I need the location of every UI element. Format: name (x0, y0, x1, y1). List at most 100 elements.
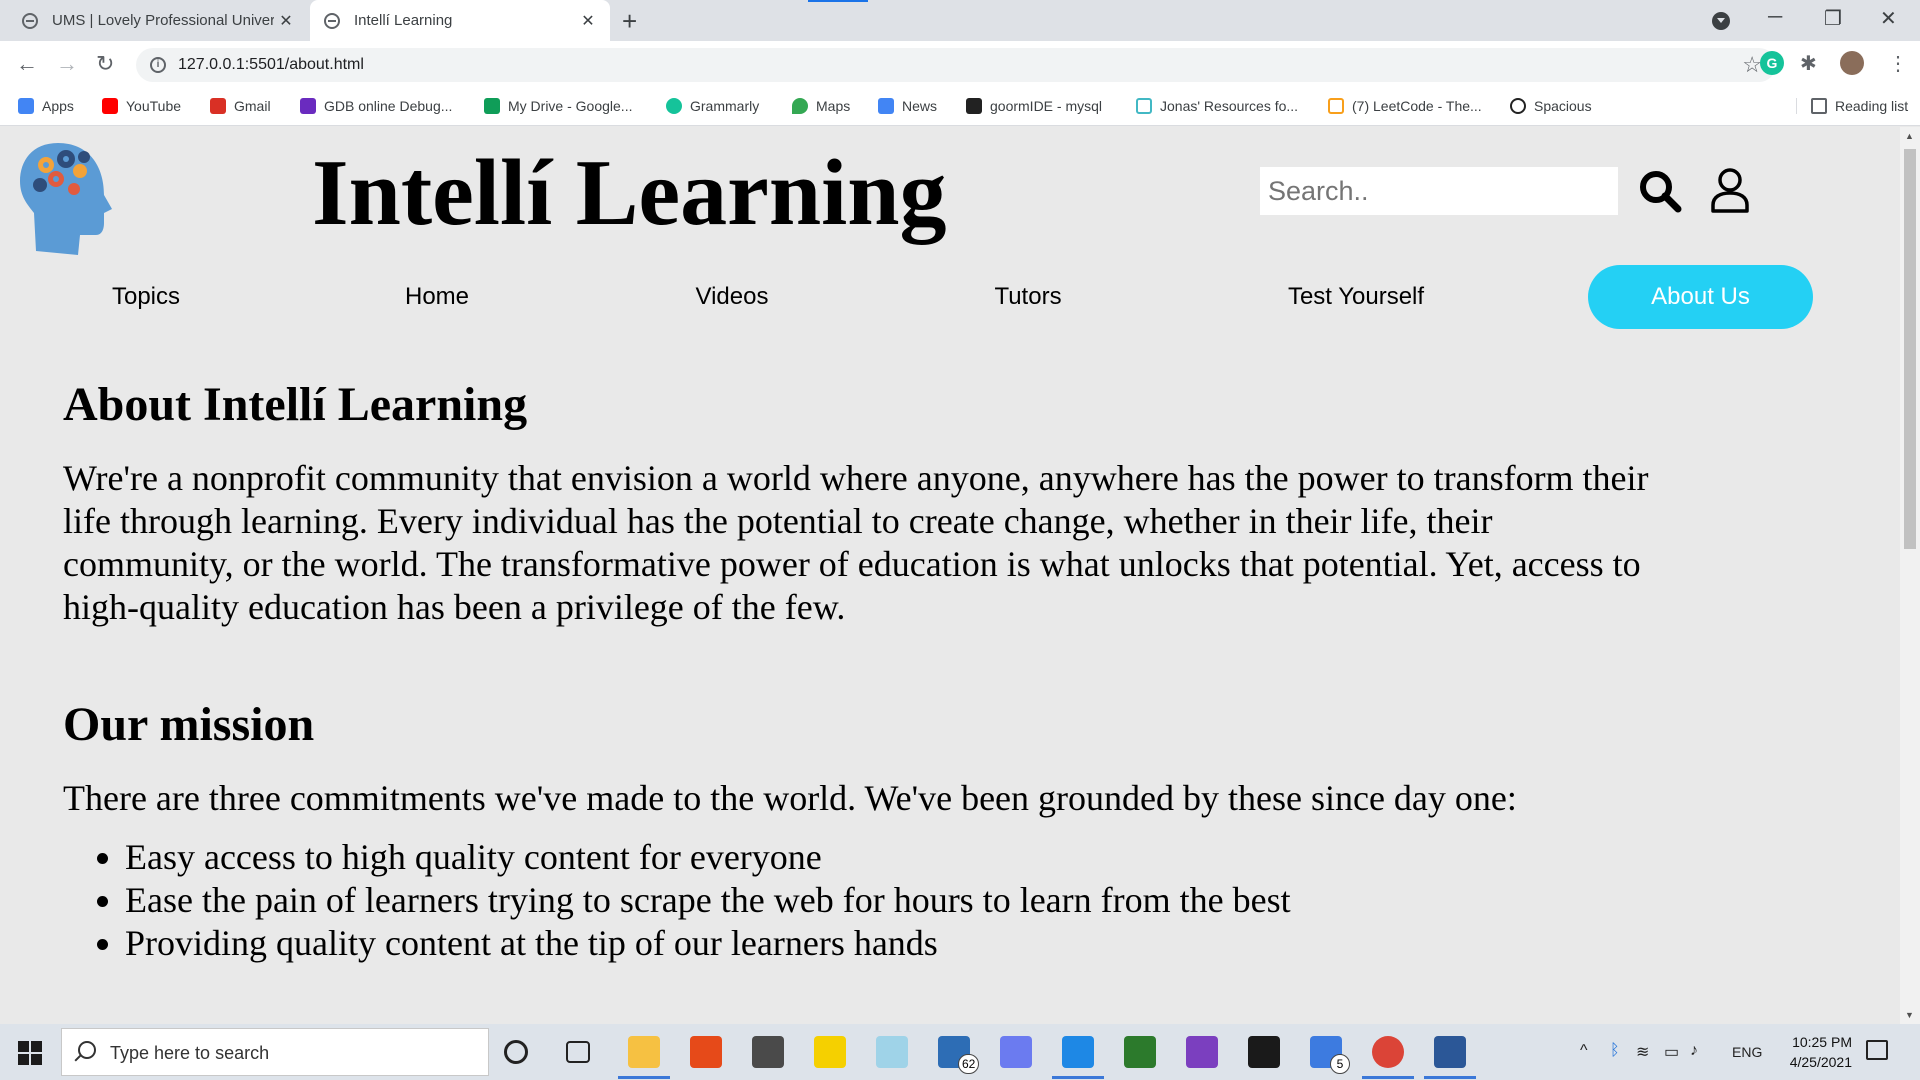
profile-avatar[interactable] (1840, 51, 1864, 75)
bookmark-gmail[interactable]: Gmail (210, 98, 271, 114)
list-item: Providing quality content at the tip of … (125, 922, 1663, 965)
address-bar[interactable]: i 127.0.0.1:5501/about.html ☆ (136, 48, 1776, 82)
leetcode-icon (1328, 98, 1344, 114)
windows-start-icon[interactable] (18, 1041, 42, 1065)
forward-button[interactable]: → (56, 51, 78, 77)
microsoft-store-icon[interactable] (752, 1036, 784, 1068)
page-scrollbar[interactable]: ▲ ▼ (1900, 127, 1920, 1024)
nav-videos[interactable]: Videos (674, 265, 790, 329)
bookmark-gdb[interactable]: GDB online Debug... (300, 98, 452, 114)
bookmark-news[interactable]: News (878, 98, 937, 114)
globe-icon (324, 12, 340, 29)
scrollbar-thumb[interactable] (1904, 149, 1916, 549)
tab-title: UMS | Lovely Professional University (52, 12, 274, 29)
gmail-icon (210, 98, 226, 114)
browser-menu-icon[interactable]: ⋮ (1888, 51, 1908, 76)
nav-topics[interactable]: Topics (90, 265, 202, 329)
site-search-input[interactable] (1260, 167, 1618, 215)
input-language[interactable]: ENG (1732, 1044, 1762, 1060)
url-text[interactable]: 127.0.0.1:5501/about.html (178, 56, 364, 74)
nav-about-us[interactable]: About Us (1588, 265, 1813, 329)
new-tab-button[interactable]: + (622, 6, 637, 37)
vscode-active-indicator (1052, 1076, 1104, 1079)
task-view-icon[interactable] (566, 1041, 590, 1063)
bookmark-spacious[interactable]: Spacious (1510, 98, 1592, 114)
reload-button[interactable]: ↻ (96, 51, 114, 77)
paint-3d-icon[interactable] (876, 1036, 908, 1068)
list-item: Ease the pain of learners trying to scra… (125, 879, 1663, 922)
bookmark-apps[interactable]: Apps (18, 98, 74, 114)
bookmark-goorm[interactable]: goormIDE - mysql (966, 98, 1102, 114)
brain-head-logo (20, 143, 112, 255)
bookmark-maps[interactable]: Maps (792, 98, 850, 114)
search-icon (78, 1041, 96, 1059)
tab-search-icon[interactable] (1712, 12, 1730, 30)
chrome-icon[interactable] (1372, 1036, 1404, 1068)
clock-date: 4/25/2021 (1789, 1054, 1852, 1070)
site-brand-title: Intellí Learning (312, 141, 947, 245)
spacious-icon (1510, 98, 1526, 114)
close-window-button[interactable]: ✕ (1880, 6, 1897, 31)
extensions-puzzle-icon[interactable]: ✱ (1800, 51, 1817, 76)
reading-list-button[interactable]: Reading list (1796, 98, 1908, 114)
mission-list: Easy access to high quality content for … (63, 836, 1663, 965)
file-explorer-icon[interactable] (628, 1036, 660, 1068)
chrome-active-indicator (1362, 1076, 1414, 1079)
scroll-up-arrow-icon[interactable]: ▲ (1905, 131, 1914, 141)
clock-time: 10:25 PM (1792, 1034, 1852, 1050)
office-icon[interactable] (690, 1036, 722, 1068)
taskbar-search-box[interactable]: Type here to search (61, 1028, 489, 1076)
mission-intro: There are three commitments we've made t… (63, 778, 1517, 818)
bluetooth-icon[interactable]: ᛒ (1610, 1042, 1620, 1060)
volume-icon[interactable]: ♪ (1690, 1042, 1698, 1060)
nav-test-yourself[interactable]: Test Yourself (1270, 265, 1442, 329)
nvidia-icon[interactable] (1124, 1036, 1156, 1068)
gdb-icon (300, 98, 316, 114)
vscode-icon[interactable] (1062, 1036, 1094, 1068)
grammarly-icon (666, 98, 682, 114)
tab-title: Intellí Learning (354, 12, 453, 29)
battery-icon[interactable]: ▭ (1664, 1042, 1679, 1062)
about-content: About Intellí Learning Wre're a nonprofi… (63, 377, 1663, 965)
clion-icon[interactable] (1248, 1036, 1280, 1068)
close-tab-icon[interactable]: ✕ (274, 11, 298, 31)
close-tab-icon[interactable]: ✕ (576, 11, 600, 31)
list-item: Easy access to high quality content for … (125, 836, 1663, 879)
reading-list-icon (1811, 98, 1827, 114)
user-account-icon[interactable] (1710, 167, 1750, 213)
bookmark-youtube[interactable]: YouTube (102, 98, 181, 114)
browser-tab-intelli[interactable]: Intellí Learning ✕ (310, 0, 610, 41)
todo-badge: 5 (1330, 1054, 1350, 1074)
heart-icon (1136, 98, 1152, 114)
site-info-icon[interactable]: i (150, 57, 166, 73)
nav-tutors[interactable]: Tutors (972, 265, 1084, 329)
browser-tab-strip: UMS | Lovely Professional University ✕ I… (0, 0, 1920, 41)
grammarly-extension-icon[interactable]: G (1760, 51, 1784, 75)
bookmark-grammarly[interactable]: Grammarly (666, 98, 759, 114)
windows-taskbar: Type here to search 62 5 ^ ᛒ ≋ ▭ ♪ ENG 1… (0, 1024, 1920, 1080)
design-app-icon[interactable] (1000, 1036, 1032, 1068)
wifi-icon[interactable]: ≋ (1636, 1042, 1649, 1062)
bookmark-star-icon[interactable]: ☆ (1742, 52, 1762, 78)
visual-studio-icon[interactable] (1186, 1036, 1218, 1068)
word-icon[interactable] (1434, 1036, 1466, 1068)
google-news-icon (878, 98, 894, 114)
restore-window-button[interactable]: ❐ (1824, 6, 1842, 31)
bookmark-google-drive[interactable]: My Drive - Google... (484, 98, 632, 114)
bookmark-leetcode[interactable]: (7) LeetCode - The... (1328, 98, 1482, 114)
bookmark-jonas[interactable]: Jonas' Resources fo... (1136, 98, 1298, 114)
system-clock[interactable]: 10:25 PM 4/25/2021 (1762, 1032, 1852, 1072)
search-icon[interactable] (1638, 169, 1682, 213)
show-hidden-icons-chevron-icon[interactable]: ^ (1580, 1042, 1588, 1060)
browser-tab-ums[interactable]: UMS | Lovely Professional University ✕ (8, 0, 308, 41)
address-toolbar: ← → ↻ i 127.0.0.1:5501/about.html ☆ (0, 41, 1920, 89)
nav-home[interactable]: Home (384, 265, 490, 329)
word-active-indicator (1424, 1076, 1476, 1079)
minimize-window-button[interactable]: ─ (1768, 6, 1782, 29)
cortana-icon[interactable] (504, 1040, 528, 1064)
page-viewport: Intellí Learning Topics Home Videos Tuto… (0, 127, 1900, 1024)
sticky-notes-icon[interactable] (814, 1036, 846, 1068)
notification-center-icon[interactable] (1866, 1040, 1888, 1060)
scroll-down-arrow-icon[interactable]: ▼ (1905, 1010, 1914, 1020)
back-button[interactable]: ← (16, 51, 38, 77)
